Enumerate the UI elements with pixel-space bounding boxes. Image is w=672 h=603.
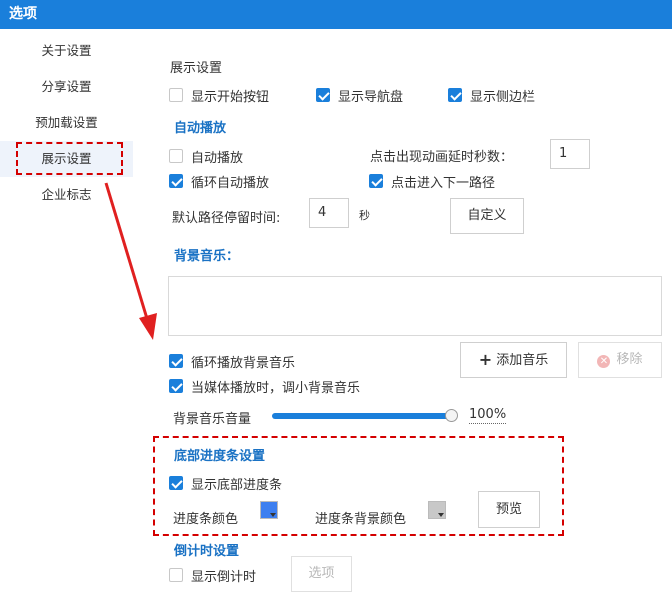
red-arrow-icon [104,182,157,340]
